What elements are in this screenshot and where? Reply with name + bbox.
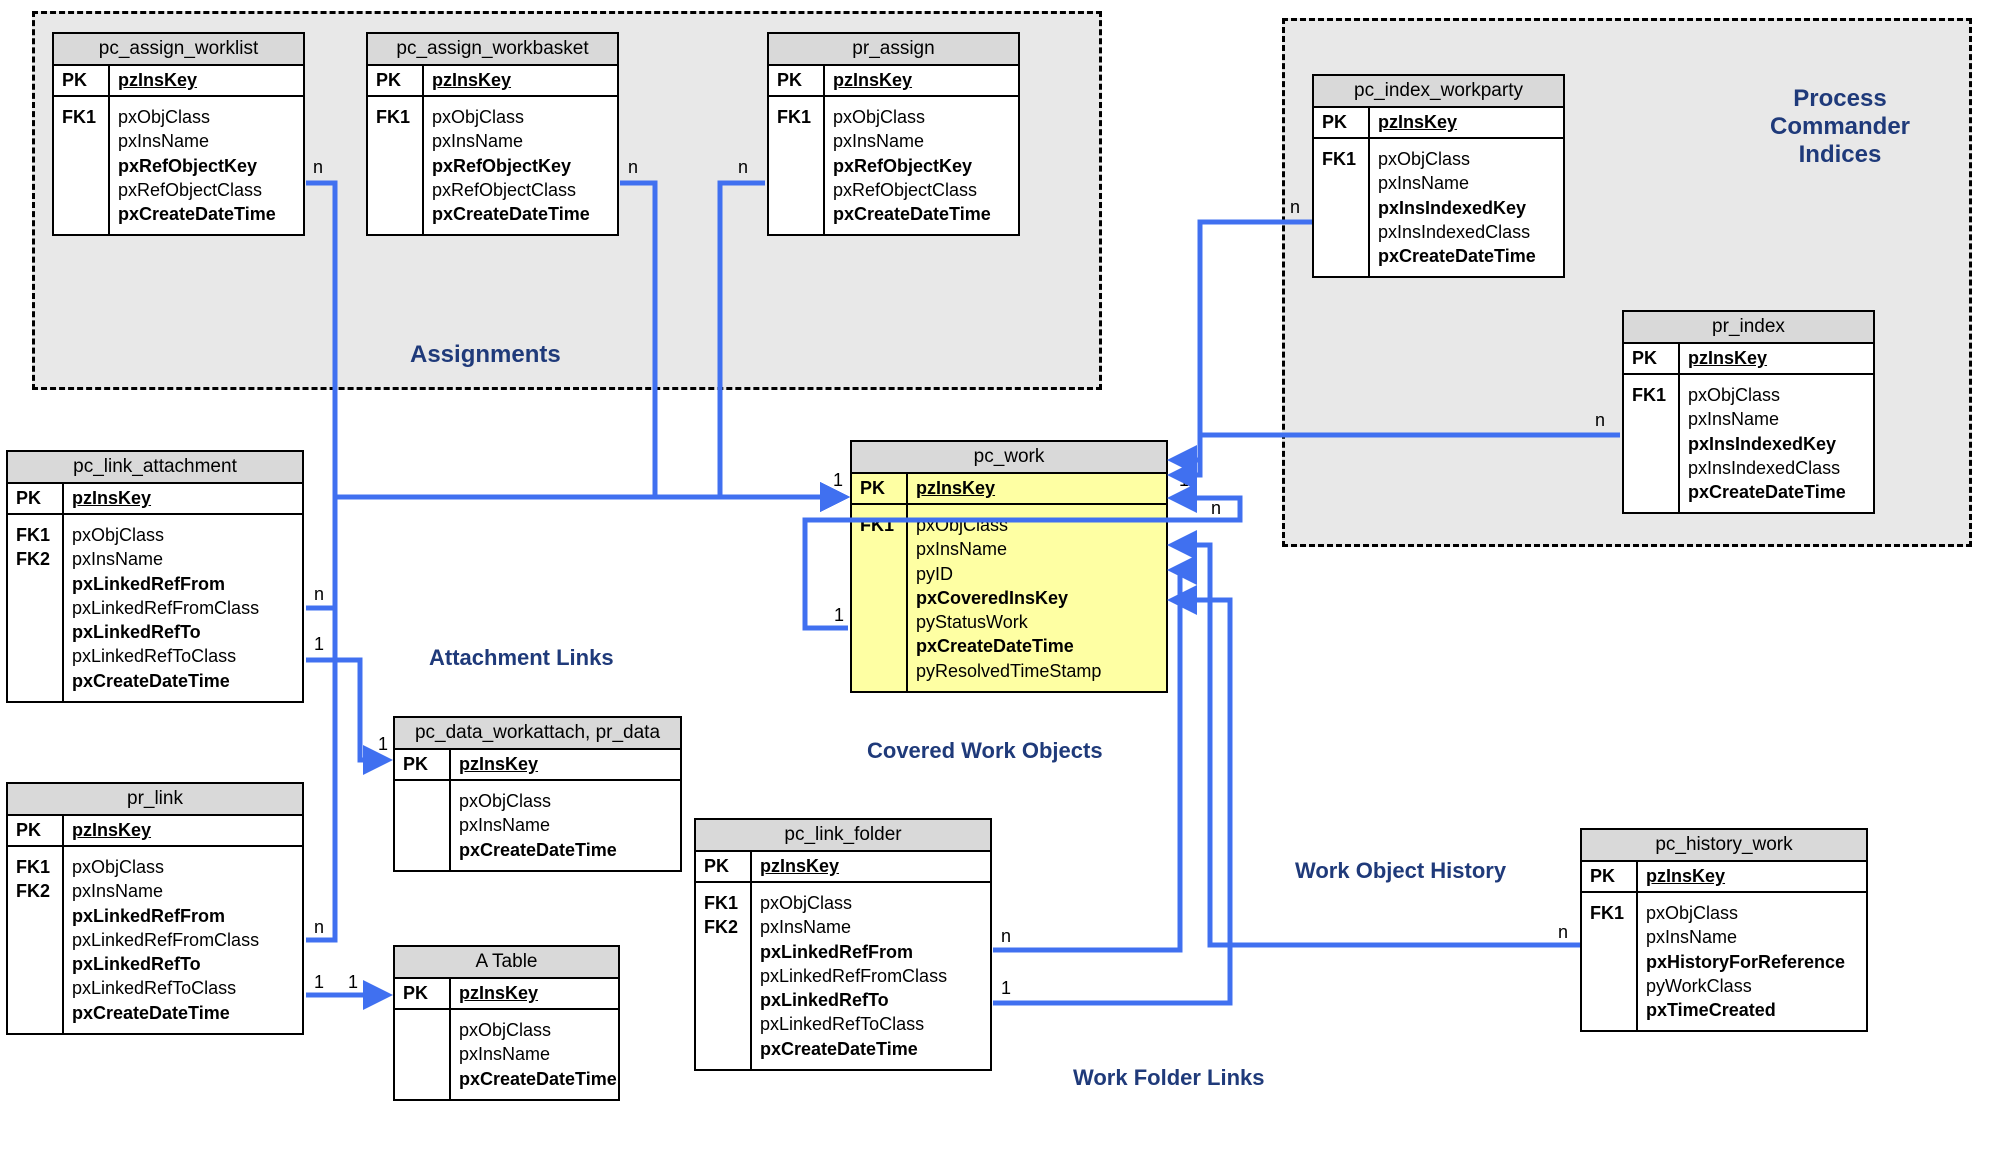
fields-col: pxObjClasspxInsNamepxCreateDateTime: [451, 1010, 625, 1099]
card-n: n: [1595, 410, 1605, 431]
fields-col: pxObjClasspxInsNamepxCreateDateTime: [451, 781, 625, 870]
fields-col: pxObjClasspxInsNamepxInsIndexedKeypxInsI…: [1370, 139, 1544, 276]
pk-field: pzInsKey: [64, 484, 159, 513]
key-col: FK1: [769, 97, 825, 234]
key-col: FK1 FK2: [8, 847, 64, 1033]
card-n: n: [313, 157, 323, 178]
key-col: FK1 FK2: [696, 883, 752, 1069]
card-1: 1: [378, 734, 388, 755]
key-col: FK1: [1624, 375, 1680, 512]
indices-label-line1: Process Commander: [1770, 85, 1910, 140]
entity-title: pc_link_attachment: [8, 452, 302, 484]
pk-field: pzInsKey: [424, 66, 519, 95]
work-folder-links-label: Work Folder Links: [1073, 1065, 1265, 1091]
key-col: FK1: [1582, 893, 1638, 1030]
entity-pc-index-workparty: pc_index_workparty PK pzInsKey FK1 pxObj…: [1312, 74, 1565, 278]
card-1: 1: [834, 605, 844, 626]
key-col: [395, 781, 451, 870]
assignments-label: Assignments: [410, 341, 561, 369]
entity-title: pr_assign: [769, 34, 1018, 66]
card-1: 1: [833, 470, 843, 491]
entity-pr-link: pr_link PK pzInsKey FK1 FK2 pxObjClasspx…: [6, 782, 304, 1035]
fields-col: pxObjClasspxInsNamepxLinkedRefFrompxLink…: [64, 515, 267, 701]
pk-field: pzInsKey: [1680, 344, 1775, 373]
entity-pc-history-work: pc_history_work PK pzInsKey FK1 pxObjCla…: [1580, 828, 1868, 1032]
entity-title: pc_assign_workbasket: [368, 34, 617, 66]
pk-field: pzInsKey: [110, 66, 205, 95]
entity-pr-assign: pr_assign PK pzInsKey FK1 pxObjClasspxIn…: [767, 32, 1020, 236]
indices-label-line2: Indices: [1799, 141, 1882, 168]
card-1: 1: [1179, 470, 1189, 491]
pk-field: pzInsKey: [1638, 862, 1733, 891]
card-n: n: [738, 157, 748, 178]
entity-title: pr_index: [1624, 312, 1873, 344]
entity-pr-index: pr_index PK pzInsKey FK1 pxObjClasspxIns…: [1622, 310, 1875, 514]
fields-col: pxObjClasspxInsNamepxRefObjectKeypxRefOb…: [825, 97, 999, 234]
key-col: [395, 1010, 451, 1099]
card-1: 1: [314, 634, 324, 655]
fields-col: pxObjClasspxInsNamepxInsIndexedKeypxInsI…: [1680, 375, 1854, 512]
entity-title: pc_assign_worklist: [54, 34, 303, 66]
entity-title: pc_index_workparty: [1314, 76, 1563, 108]
attachment-links-label: Attachment Links: [429, 645, 614, 671]
entity-title: A Table: [395, 947, 618, 979]
pk-field: pzInsKey: [451, 979, 546, 1008]
entity-pc-data-workattach: pc_data_workattach, pr_data PK pzInsKey …: [393, 716, 682, 872]
entity-title: pc_history_work: [1582, 830, 1866, 862]
fields-col: pxObjClasspxInsNamepxRefObjectKeypxRefOb…: [424, 97, 598, 234]
card-1: 1: [348, 972, 358, 993]
entity-title: pc_work: [852, 442, 1166, 474]
key-col: FK1: [1314, 139, 1370, 276]
pk-field: pzInsKey: [908, 474, 1003, 503]
key-col: FK1: [368, 97, 424, 234]
card-n: n: [314, 917, 324, 938]
card-n: n: [628, 157, 638, 178]
card-n: n: [1558, 922, 1568, 943]
card-n: n: [1211, 498, 1221, 519]
pk-field: pzInsKey: [825, 66, 920, 95]
covered-work-objects-label: Covered Work Objects: [867, 738, 1103, 764]
diagram-canvas: Assignments Process Commander Indices pc…: [0, 0, 2000, 1161]
indices-label: Process Commander Indices: [1720, 85, 1960, 169]
entity-pc-assign-workbasket: pc_assign_workbasket PK pzInsKey FK1 pxO…: [366, 32, 619, 236]
card-n: n: [1001, 926, 1011, 947]
pk-field: pzInsKey: [451, 750, 546, 779]
fields-col: pxObjClasspxInsNamepyIDpxCoveredInsKeypy…: [908, 505, 1109, 691]
entity-title: pr_link: [8, 784, 302, 816]
pk-field: pzInsKey: [64, 816, 159, 845]
fields-col: pxObjClasspxInsNamepxLinkedRefFrompxLink…: [64, 847, 267, 1033]
entity-a-table: A Table PK pzInsKey pxObjClasspxInsNamep…: [393, 945, 620, 1101]
fields-col: pxObjClasspxInsNamepxLinkedRefFrompxLink…: [752, 883, 955, 1069]
key-col: FK1 FK2: [8, 515, 64, 701]
card-n: n: [314, 584, 324, 605]
entity-pc-work: pc_work PK pzInsKey FK1 pxObjClasspxInsN…: [850, 440, 1168, 693]
entity-title: pc_data_workattach, pr_data: [395, 718, 680, 750]
pk-field: pzInsKey: [752, 852, 847, 881]
card-1: 1: [314, 972, 324, 993]
entity-pc-link-folder: pc_link_folder PK pzInsKey FK1 FK2 pxObj…: [694, 818, 992, 1071]
entity-pc-link-attachment: pc_link_attachment PK pzInsKey FK1 FK2 p…: [6, 450, 304, 703]
fields-col: pxObjClasspxInsNamepxRefObjectKeypxRefOb…: [110, 97, 284, 234]
fields-col: pxObjClasspxInsNamepxHistoryForReference…: [1638, 893, 1853, 1030]
key-col: FK1: [54, 97, 110, 234]
entity-title: pc_link_folder: [696, 820, 990, 852]
entity-pc-assign-worklist: pc_assign_worklist PK pzInsKey FK1 pxObj…: [52, 32, 305, 236]
card-n: n: [1290, 197, 1300, 218]
key-col: FK1: [852, 505, 908, 691]
card-1: 1: [1001, 978, 1011, 999]
pk-field: pzInsKey: [1370, 108, 1465, 137]
work-object-history-label: Work Object History: [1295, 858, 1506, 884]
